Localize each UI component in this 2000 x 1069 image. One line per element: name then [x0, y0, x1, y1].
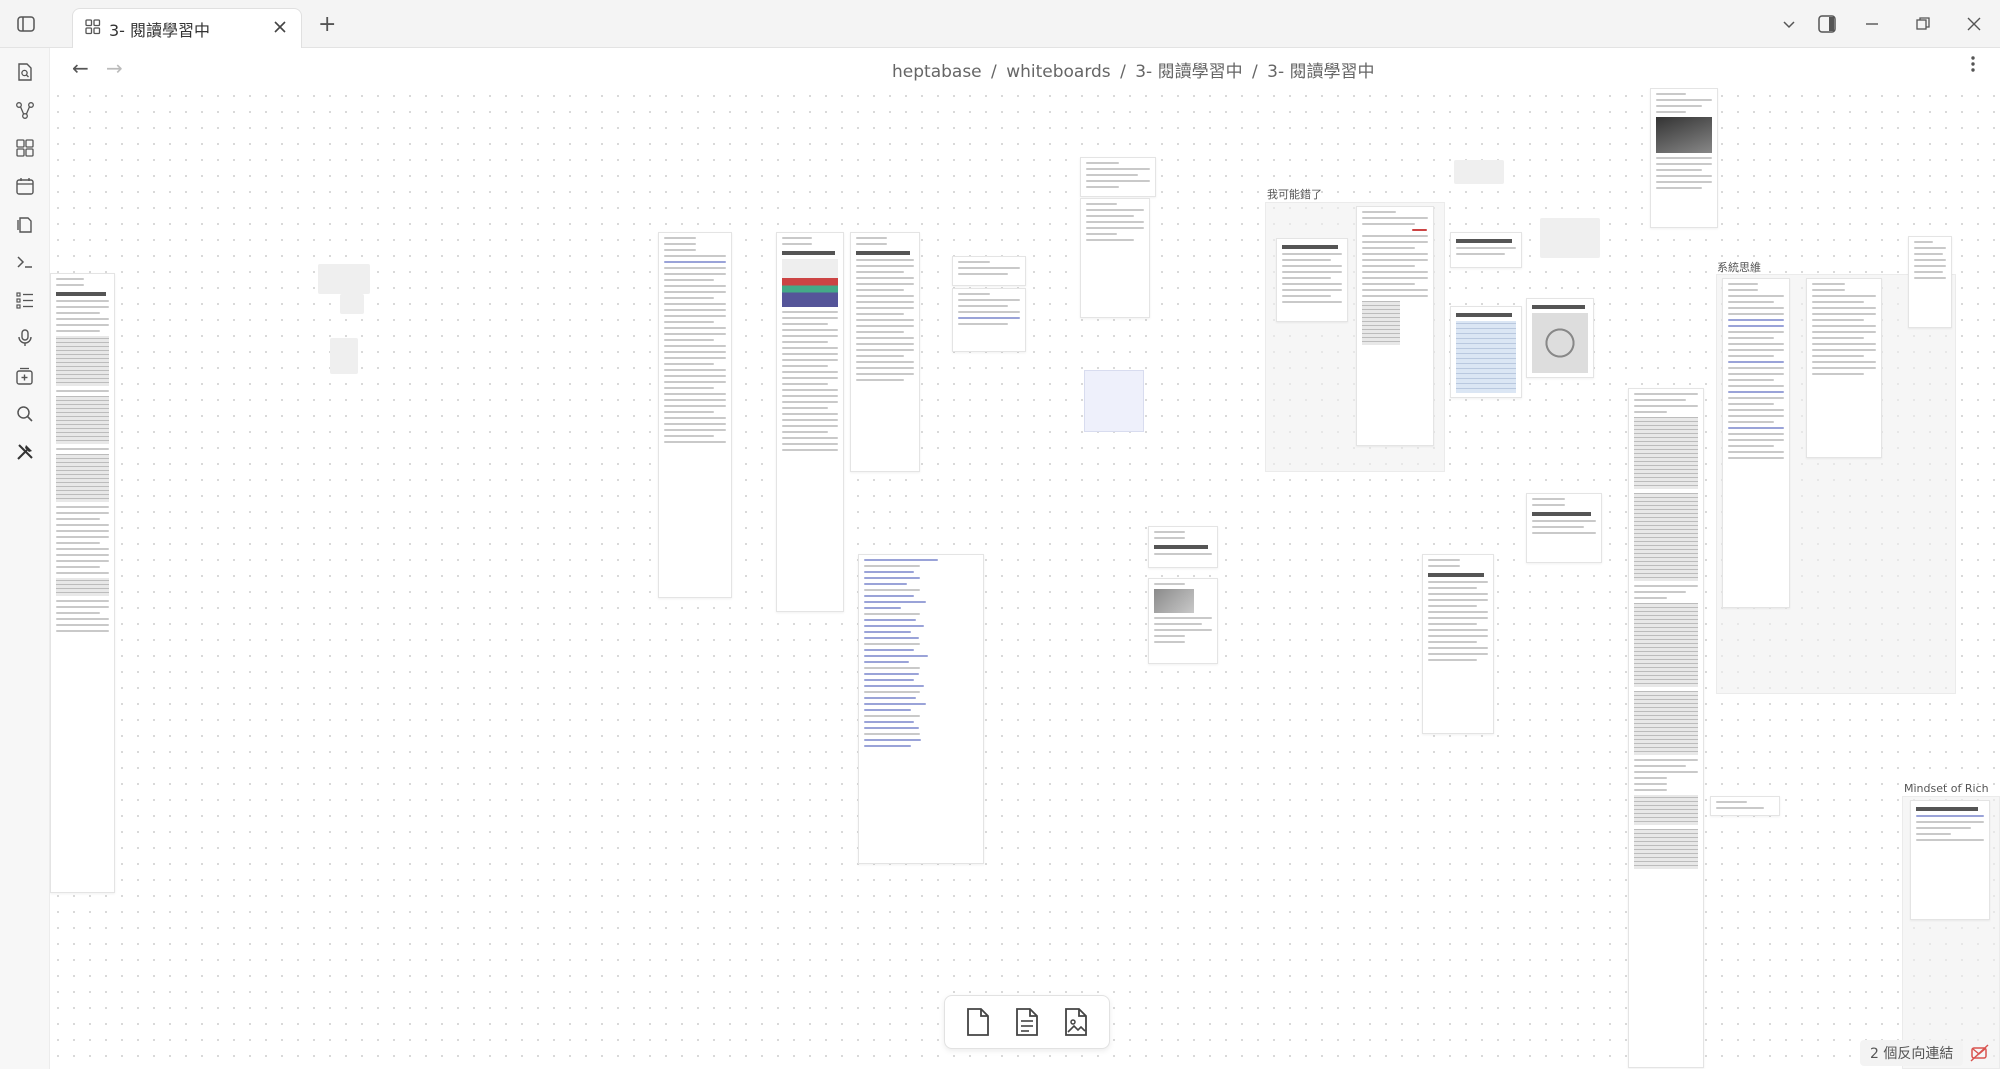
- section-title[interactable]: 我可能錯了: [1267, 186, 1322, 202]
- sidebar-toggle-icon[interactable]: [14, 12, 38, 36]
- minimize-icon[interactable]: [1860, 12, 1884, 36]
- plus-icon[interactable]: +: [318, 12, 336, 37]
- note-card[interactable]: [1908, 236, 1952, 328]
- note-card[interactable]: [50, 273, 115, 893]
- more-vertical-icon[interactable]: [1970, 54, 1976, 79]
- breadcrumb-separator: /: [991, 62, 997, 82]
- tab-whiteboard[interactable]: 3- 閱讀學習中: [72, 8, 302, 48]
- note-card[interactable]: [1450, 232, 1522, 268]
- split-view-icon[interactable]: [1815, 12, 1839, 36]
- sync-warning-icon[interactable]: [1970, 1043, 1990, 1063]
- left-rail: [0, 48, 50, 1069]
- collapsed-card[interactable]: [340, 294, 364, 314]
- note-card[interactable]: [1628, 388, 1704, 1068]
- section-title[interactable]: Mindset of Rich: [1904, 782, 1989, 795]
- restore-icon[interactable]: [1911, 12, 1935, 36]
- note-card[interactable]: [1910, 800, 1990, 920]
- breadcrumb-item[interactable]: 3- 閱讀學習中: [1135, 62, 1242, 82]
- collapsed-card[interactable]: [330, 338, 358, 374]
- card-library-icon[interactable]: [13, 212, 37, 236]
- tools-icon[interactable]: [13, 440, 37, 464]
- graph-icon[interactable]: [13, 98, 37, 122]
- tags-list-icon[interactable]: [13, 288, 37, 312]
- collapsed-card[interactable]: [1454, 160, 1504, 184]
- forward-arrow-icon[interactable]: →: [106, 56, 123, 80]
- microphone-icon[interactable]: [13, 326, 37, 350]
- note-card[interactable]: [1422, 554, 1494, 734]
- breadcrumb: heptabase / whiteboards / 3- 閱讀學習中 / 3- …: [890, 57, 1376, 82]
- terminal-icon[interactable]: [13, 250, 37, 274]
- breadcrumb-separator: /: [1120, 62, 1126, 82]
- note-card[interactable]: [1526, 493, 1602, 563]
- note-card[interactable]: [1276, 238, 1348, 322]
- whiteboards-icon[interactable]: [13, 136, 37, 160]
- whiteboard-canvas[interactable]: 我可能錯了 系統思維 Mindset of Rich: [50, 88, 2000, 1069]
- empty-card[interactable]: [1084, 370, 1144, 432]
- new-note-icon[interactable]: [1009, 1004, 1045, 1040]
- collapsed-card[interactable]: [318, 264, 370, 294]
- search-icon[interactable]: [13, 402, 37, 426]
- note-card[interactable]: [1080, 157, 1156, 197]
- whiteboard-icon: [85, 18, 101, 39]
- note-card[interactable]: [1148, 578, 1218, 664]
- window-close-icon[interactable]: [1962, 12, 1986, 36]
- note-card[interactable]: [1356, 206, 1434, 446]
- new-card-icon[interactable]: [960, 1004, 996, 1040]
- backlinks-count[interactable]: 2 個反向連結: [1860, 1040, 1964, 1066]
- note-card[interactable]: [1650, 88, 1718, 228]
- tab-label: 3- 閱讀學習中: [109, 20, 211, 40]
- note-card[interactable]: [858, 554, 984, 864]
- section-title[interactable]: 系統思維: [1717, 259, 1761, 275]
- breadcrumb-item[interactable]: whiteboards: [1006, 62, 1110, 82]
- add-card-dock: [944, 995, 1110, 1049]
- note-card[interactable]: [1148, 526, 1218, 568]
- note-card[interactable]: [850, 232, 920, 472]
- note-card[interactable]: [1450, 306, 1522, 398]
- search-file-icon[interactable]: [13, 60, 37, 84]
- note-card[interactable]: [658, 232, 732, 598]
- breadcrumb-current: 3- 閱讀學習中: [1267, 62, 1375, 82]
- note-card[interactable]: [776, 232, 844, 612]
- chevron-down-icon[interactable]: [1777, 12, 1801, 36]
- note-card[interactable]: [1806, 278, 1882, 458]
- note-card[interactable]: [952, 256, 1026, 286]
- note-card[interactable]: [1722, 278, 1790, 608]
- note-card[interactable]: [952, 288, 1026, 352]
- collapsed-card[interactable]: [1540, 218, 1600, 258]
- note-card[interactable]: [1710, 796, 1780, 816]
- close-icon[interactable]: [271, 18, 289, 39]
- add-card-icon[interactable]: [13, 364, 37, 388]
- nav-bar: ← → heptabase / whiteboards / 3- 閱讀學習中 /…: [50, 48, 2000, 88]
- calendar-icon[interactable]: [13, 174, 37, 198]
- new-image-icon[interactable]: [1058, 1004, 1094, 1040]
- back-arrow-icon[interactable]: ←: [72, 56, 89, 80]
- note-card[interactable]: [1080, 198, 1150, 318]
- note-card[interactable]: [1526, 298, 1594, 378]
- breadcrumb-item[interactable]: heptabase: [892, 62, 982, 82]
- breadcrumb-separator: /: [1251, 62, 1258, 82]
- title-bar: 3- 閱讀學習中 +: [0, 0, 2000, 48]
